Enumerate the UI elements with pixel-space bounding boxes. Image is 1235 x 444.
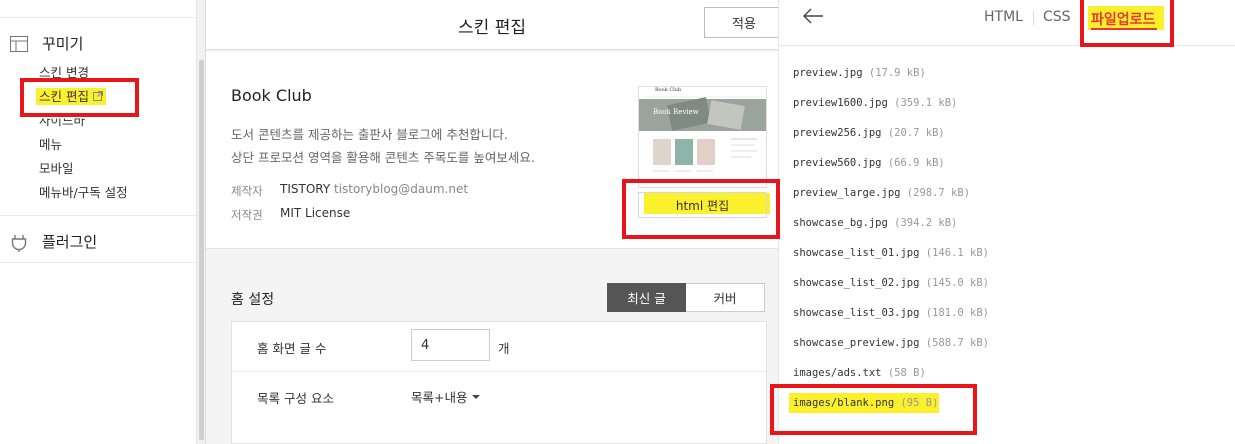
list-elements-select[interactable]: 목록+내용 [411,387,481,406]
home-type-toggle: 최신 글 커버 [607,283,765,312]
file-size: (394.2 kB) [894,217,958,229]
file-name: images/blank.png [793,397,895,409]
tab-html[interactable]: HTML [984,9,1023,25]
file-name: showcase_list_02.jpg [793,277,920,289]
layout-icon [10,35,28,52]
arrow-left-icon [801,8,825,30]
section-title: 홈 설정 [231,292,275,308]
file-panel-header: HTML CSS 파일업로드 [779,0,1235,46]
file-name: images/ads.txt [793,367,882,379]
sidebar-item-sidebar[interactable]: 사이드바 [39,119,85,129]
file-name: showcase_bg.jpg [793,217,888,229]
file-size: (145.0 kB) [925,277,989,289]
maker-name: TISTORY [280,182,331,196]
sidebar-group-label: 꾸미기 [42,35,84,53]
skin-editor-panel: 스킨 편집 적용 Book Club 도서 콘텐츠를 제공하는 출판사 블로그에… [206,0,784,444]
html-edit-button[interactable]: html 편집 [638,192,767,218]
file-panel: HTML CSS 파일업로드 preview.jpg (17.9 kB) prev… [778,0,1235,444]
file-size: (20.7 kB) [887,127,945,139]
apply-button[interactable]: 적용 [704,7,784,38]
skin-info-card: Book Club 도서 콘텐츠를 제공하는 출판사 블로그에 추천합니다. 상… [206,52,778,249]
tab-cover[interactable]: 커버 [686,283,765,312]
thumb-banner: Book Review [653,108,699,116]
sidebar-group-label: 플러그인 [42,233,98,251]
plug-icon [10,234,28,252]
file-size: (359.1 kB) [894,97,958,109]
file-size: (181.0 kB) [925,307,989,319]
file-size: (146.1 kB) [925,247,989,259]
sidebar-item-mobile[interactable]: 모바일 [39,158,74,177]
file-name: preview.jpg [793,67,863,79]
file-item[interactable]: showcase_list_01.jpg (146.1 kB) [793,247,989,259]
file-item[interactable]: showcase_list_02.jpg (145.0 kB) [793,277,989,289]
sidebar-item-menu[interactable]: 메뉴 [39,134,62,153]
home-settings-box: 홈 화면 글 수 4 개 목록 구성 요소 목록+내용 [231,321,768,444]
file-name: preview1600.jpg [793,97,888,109]
skin-description: 상단 프로모션 영역을 활용해 콘텐츠 주목도를 높여보세요. [231,150,535,165]
sidebar-item-menubar[interactable]: 메뉴바/구독 설정 [39,182,128,201]
tab-latest-posts[interactable]: 최신 글 [607,283,686,312]
scrollbar-thumb[interactable] [199,60,204,440]
sidebar-group-plugin[interactable]: 플러그인 [10,231,97,252]
tab-file-upload[interactable]: 파일업로드 [1091,9,1155,29]
list-elements-label: 목록 구성 요소 [257,391,334,406]
divider [0,215,196,216]
skin-editor-screen: 꾸미기 스킨 변경 스킨 편집 사이드바 메뉴 모바일 메뉴바/구독 설정 플러… [0,0,1235,444]
home-settings: 홈 설정 최신 글 커버 홈 화면 글 수 4 개 목록 구성 요소 목록+내용 [206,250,778,444]
thumb-title: Book Club [655,87,682,93]
file-name: showcase_list_01.jpg [793,247,920,259]
active-tab-indicator [1091,28,1157,30]
html-edit-label: html 편집 [675,198,730,213]
external-link-icon [92,89,103,104]
license-value: MIT License [280,206,351,220]
file-item[interactable]: images/blank.png (95 B) [793,397,938,409]
file-name: showcase_list_03.jpg [793,307,920,319]
file-name: showcase_preview.jpg [793,337,920,349]
file-item[interactable]: images/ads.txt (58 B) [793,367,926,379]
file-size: (17.9 kB) [868,67,926,79]
file-name: preview_large.jpg [793,187,901,199]
file-name: preview560.jpg [793,157,882,169]
file-size: (58 B) [887,367,926,379]
post-count-label: 홈 화면 글 수 [257,341,327,356]
tab-css[interactable]: CSS [1043,9,1071,25]
sidebar-group-decorate[interactable]: 꾸미기 [10,33,83,54]
file-item[interactable]: preview560.jpg (66.9 kB) [793,157,945,169]
file-size: (66.9 kB) [887,157,945,169]
file-name: preview256.jpg [793,127,882,139]
sidebar-item-label: 스킨 편집 [39,89,89,104]
file-item[interactable]: showcase_preview.jpg (588.7 kB) [793,337,989,349]
file-item[interactable]: preview.jpg (17.9 kB) [793,67,926,79]
sidebar-item-skin-change[interactable]: 스킨 변경 [39,62,89,81]
post-count-unit: 개 [498,341,510,356]
list-elements-value: 목록+내용 [411,390,468,405]
file-size: (298.7 kB) [906,187,971,199]
chevron-down-icon [472,394,481,399]
file-item[interactable]: preview_large.jpg (298.7 kB) [793,187,970,199]
file-item[interactable]: showcase_list_03.jpg (181.0 kB) [793,307,989,319]
back-button[interactable] [801,6,825,26]
meta-label: 저작권 [231,208,263,222]
sidebar-item-skin-edit[interactable]: 스킨 편집 [36,86,106,105]
meta-label: 제작자 [231,184,263,198]
file-size: (588.7 kB) [925,337,989,349]
divider [232,371,768,372]
divider [1033,11,1034,25]
skin-description: 도서 콘텐츠를 제공하는 출판사 블로그에 추천합니다. [231,127,508,142]
file-item[interactable]: preview1600.jpg (359.1 kB) [793,97,957,109]
editor-header: 스킨 편집 [206,0,778,50]
divider [0,262,196,263]
skin-name: Book Club [231,86,312,105]
sidebar-scrollbar[interactable] [196,0,206,444]
file-size: (95 B) [900,397,939,409]
meta-value: TISTORY tistoryblog@daum.net [280,182,468,196]
maker-email: tistoryblog@daum.net [334,182,469,196]
file-item[interactable]: showcase_bg.jpg (394.2 kB) [793,217,957,229]
file-item[interactable]: preview256.jpg (20.7 kB) [793,127,945,139]
post-count-input[interactable]: 4 [411,329,490,361]
divider [0,17,196,18]
sidebar: 꾸미기 스킨 변경 스킨 편집 사이드바 메뉴 모바일 메뉴바/구독 설정 플러… [0,0,196,444]
page-title: 스킨 편집 [458,18,526,38]
skin-preview-thumbnail: Book Club Book Review [638,86,767,188]
